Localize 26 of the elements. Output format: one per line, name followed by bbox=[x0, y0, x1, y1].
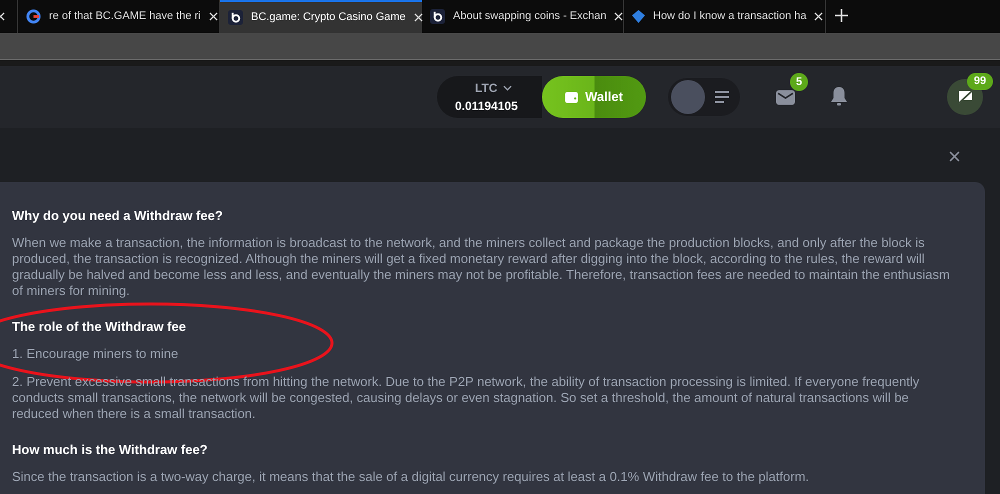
user-menu[interactable] bbox=[668, 78, 740, 116]
new-tab-icon[interactable] bbox=[835, 9, 848, 22]
chevron-down-icon bbox=[503, 85, 512, 91]
chat-badge: 99 bbox=[967, 73, 993, 90]
section-heading: The role of the Withdraw fee bbox=[12, 319, 187, 335]
menu-icon bbox=[715, 91, 729, 103]
b-logo-icon bbox=[430, 9, 445, 24]
avatar bbox=[671, 80, 705, 114]
paragraph: When we make a transaction, the information is broadcast to the network, and the miners collect and package the production blocks, and only after the block is produced, the transaction is recognized. Although the miners will get a fixed monetary reward after digging into the block, according to the rules, the reward will gradually be halved and become less and less, and eventually the miners may not be profitable. Therefore, transaction fees are needed to maintain the enthusiasm of miners for mining. bbox=[12, 235, 951, 299]
currency-label: LTC bbox=[475, 80, 498, 97]
diamond-icon bbox=[632, 10, 645, 23]
bell-icon[interactable] bbox=[831, 87, 847, 106]
balance-selector[interactable]: LTC 0.01194105 bbox=[437, 76, 542, 118]
chat-off-icon bbox=[956, 89, 974, 105]
g-logo-icon bbox=[26, 9, 41, 24]
b-logo-icon bbox=[228, 10, 243, 25]
paragraph: Since the transaction is a two-way charge, it means that the sale of a digital currency requires at least a 0.1% Withdraw fee to the platform. bbox=[12, 469, 810, 485]
mail-icon[interactable] bbox=[776, 90, 795, 105]
balance-amount: 0.01194105 bbox=[455, 98, 518, 115]
wallet-button[interactable]: Wallet bbox=[542, 76, 646, 118]
wallet-icon bbox=[565, 92, 578, 102]
section-heading: Why do you need a Withdraw fee? bbox=[12, 208, 224, 224]
browser-tab[interactable]: BC.game: Crypto Casino Game bbox=[220, 0, 422, 33]
paragraph: 1. Encourage miners to mine bbox=[12, 346, 180, 362]
notification-badge: 5 bbox=[790, 73, 808, 91]
section-heading: How much is the Withdraw fee? bbox=[12, 442, 209, 458]
